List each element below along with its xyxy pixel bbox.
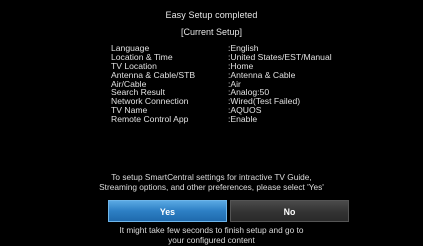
setting-row-antenna-cable: Antenna & Cable/STB :Antenna & Cable: [111, 69, 371, 80]
setting-label: Remote Control App: [111, 114, 189, 125]
setting-value: :Antenna & Cable: [228, 69, 296, 80]
easy-setup-screen: Easy Setup completed [Current Setup] Lan…: [0, 0, 423, 246]
yes-button[interactable]: Yes: [108, 200, 227, 222]
current-setup-heading: [Current Setup]: [180, 27, 243, 37]
setting-value: :Enable: [228, 114, 258, 125]
footer-line-2: your configured content: [168, 234, 255, 245]
smartcentral-prompt: To setup SmartCentral settings for intra…: [0, 172, 423, 192]
no-button[interactable]: No: [230, 200, 349, 222]
setting-row-remote-control-app: Remote Control App :Enable: [111, 115, 371, 124]
prompt-line-2: Streaming options, and other preferences…: [99, 181, 324, 192]
settings-summary: Language :English Location & Time :Unite…: [111, 44, 371, 124]
screen-title: Easy Setup completed: [165, 10, 258, 20]
footer-note: It might take few seconds to finish setu…: [0, 225, 423, 245]
